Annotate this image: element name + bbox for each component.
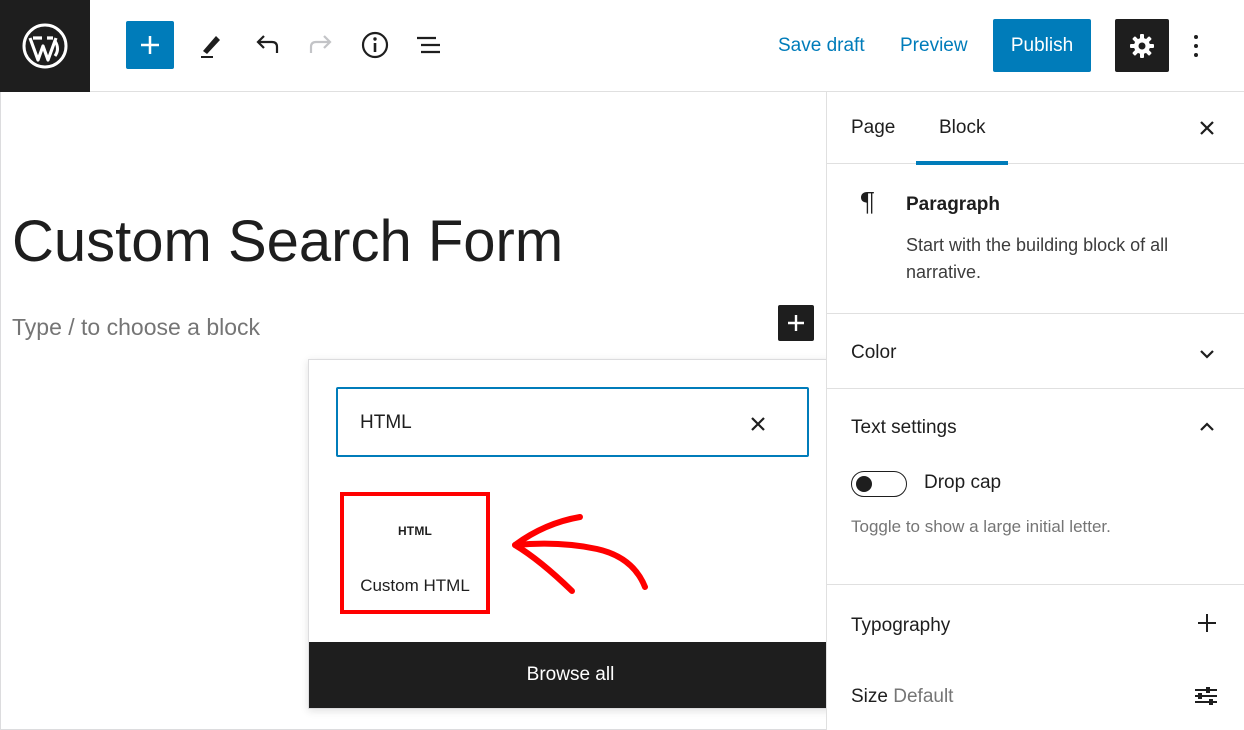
block-card-description: Start with the building block of all nar… [906, 235, 1169, 282]
clear-search-button[interactable] [747, 413, 769, 435]
font-size-row: Size Default [851, 686, 953, 708]
browse-all-button[interactable]: Browse all [309, 642, 832, 708]
wordpress-icon [22, 23, 68, 69]
dot [1194, 35, 1198, 39]
options-menu-button[interactable] [1184, 30, 1208, 62]
details-button[interactable] [356, 26, 394, 64]
block-card-title: Paragraph [906, 194, 1000, 215]
color-panel-title: Color [851, 342, 897, 363]
list-view-icon [417, 36, 440, 54]
info-icon [361, 31, 389, 59]
size-value: Default [893, 686, 954, 707]
search-value: HTML [360, 412, 412, 433]
close-icon [751, 417, 765, 431]
dot [1194, 44, 1198, 48]
save-draft-button[interactable]: Save draft [778, 34, 865, 58]
sidebar-tabs: Page Block [827, 92, 1244, 165]
settings-button[interactable] [1115, 19, 1169, 72]
tab-block[interactable]: Block [916, 92, 1009, 165]
redo-icon [309, 35, 332, 53]
paragraph-icon: ¶ [859, 188, 876, 218]
close-sidebar-button[interactable] [1195, 116, 1219, 140]
block-item-label: Custom HTML [360, 576, 470, 595]
close-icon [1200, 121, 1214, 135]
drop-cap-label: Drop cap [924, 472, 1002, 493]
wordpress-logo-button[interactable] [0, 0, 90, 92]
inline-add-block-button[interactable] [778, 305, 814, 341]
publish-button[interactable]: Publish [993, 19, 1091, 72]
chevron-up-icon[interactable] [1195, 415, 1219, 439]
dot [1194, 53, 1198, 57]
top-toolbar: Save draft Preview Publish [0, 0, 1244, 92]
typography-title: Typography [851, 615, 951, 636]
typography-options-button[interactable] [1195, 611, 1219, 635]
undo-button[interactable] [248, 26, 286, 64]
annotation-arrow-icon [512, 514, 648, 594]
sliders-icon [1195, 687, 1217, 705]
typography-panel: Typography Size Default [827, 585, 1244, 730]
size-label: Size [851, 686, 894, 707]
custom-html-block-item[interactable]: HTML Custom HTML [340, 492, 490, 614]
text-settings-panel: Text settings Drop cap Toggle to show a … [827, 389, 1244, 585]
html-icon: HTML [397, 524, 433, 538]
tab-page[interactable]: Page [851, 92, 895, 164]
drop-cap-help: Toggle to show a large initial letter. [851, 517, 1111, 536]
block-search-input[interactable]: HTML [336, 387, 809, 457]
tools-button[interactable] [192, 26, 230, 64]
color-panel[interactable]: Color [827, 314, 1244, 389]
drop-cap-toggle[interactable] [851, 471, 907, 497]
block-card: ¶ Paragraph Start with the building bloc… [827, 164, 1244, 314]
plus-icon [1198, 614, 1216, 632]
post-title[interactable]: Custom Search Form [12, 208, 563, 276]
toggle-knob [856, 476, 872, 492]
pencil-icon [201, 36, 220, 58]
gear-icon [1130, 33, 1154, 58]
empty-block-placeholder[interactable]: Type / to choose a block [12, 312, 260, 342]
undo-icon [256, 35, 279, 53]
plus-icon [141, 36, 159, 54]
block-inserter-toggle[interactable] [126, 21, 174, 69]
list-view-button[interactable] [410, 26, 448, 64]
redo-button[interactable] [302, 26, 340, 64]
preview-button[interactable]: Preview [900, 34, 968, 58]
plus-icon [788, 315, 804, 331]
settings-sidebar: Page Block ¶ Paragraph Start with the bu… [826, 92, 1244, 730]
text-settings-title[interactable]: Text settings [851, 417, 957, 439]
custom-size-button[interactable] [1191, 681, 1221, 711]
chevron-down-icon[interactable] [1195, 342, 1219, 366]
